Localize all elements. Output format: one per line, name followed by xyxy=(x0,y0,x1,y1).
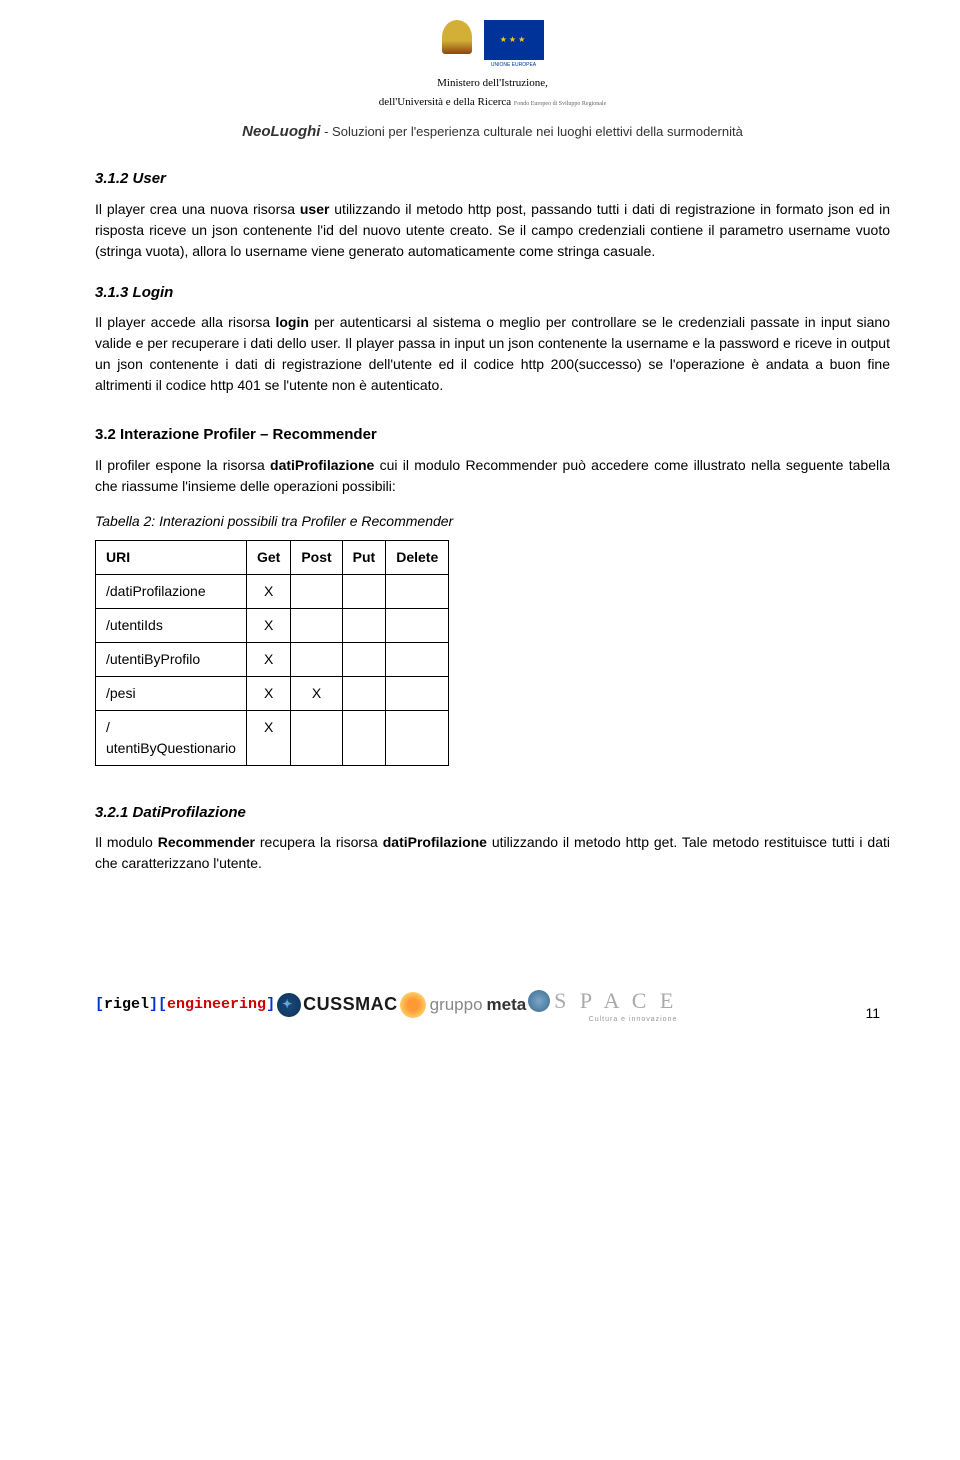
section-dati-para: Il modulo Recommender recupera la risors… xyxy=(95,832,890,874)
cell-get: X xyxy=(246,574,290,608)
cussmac-sphere-icon xyxy=(277,993,301,1017)
brand-name: NeoLuoghi xyxy=(242,123,320,140)
cell-uri: /utentiIds xyxy=(96,608,247,642)
table-row: / utentiByQuestionario X xyxy=(96,710,449,765)
cell-post xyxy=(291,574,342,608)
italy-coat-icon xyxy=(442,20,472,54)
document-header: UNIONE EUROPEA Ministero dell'Istruzione… xyxy=(95,20,890,111)
cell-get: X xyxy=(246,608,290,642)
cell-post xyxy=(291,608,342,642)
table-row: /pesi X X xyxy=(96,676,449,710)
cell-uri: / utentiByQuestionario xyxy=(96,710,247,765)
col-put: Put xyxy=(342,540,386,574)
cell-get: X xyxy=(246,676,290,710)
table-row: /utentiByProfilo X xyxy=(96,642,449,676)
section-interaction-heading: 3.2 Interazione Profiler – Recommender xyxy=(95,424,890,447)
page-footer: [rigel][engineering] CUSSMAC gruppometa … xyxy=(95,984,890,1026)
cell-delete xyxy=(386,642,449,676)
eu-label: UNIONE EUROPEA xyxy=(484,62,544,70)
gruppometa-logo-icon: gruppometa xyxy=(400,992,527,1018)
section-user-heading: 3.1.2 User xyxy=(95,168,890,191)
space-sphere-icon xyxy=(528,990,550,1012)
cussmac-logo-icon: CUSSMAC xyxy=(277,991,398,1018)
cell-delete xyxy=(386,710,449,765)
cell-uri: /datiProfilazione xyxy=(96,574,247,608)
col-get: Get xyxy=(246,540,290,574)
ministero-line1: Ministero dell'Istruzione, xyxy=(95,75,890,92)
section-dati-heading: 3.2.1 DatiProfilazione xyxy=(95,802,890,825)
cell-post xyxy=(291,642,342,676)
cell-get: X xyxy=(246,710,290,765)
rigel-logo-icon: [rigel][engineering] xyxy=(95,994,275,1017)
cell-put xyxy=(342,710,386,765)
section-interaction-para: Il profiler espone la risorsa datiProfil… xyxy=(95,455,890,497)
cell-uri: /utentiByProfilo xyxy=(96,642,247,676)
section-login-heading: 3.1.3 Login xyxy=(95,282,890,305)
cell-delete xyxy=(386,676,449,710)
interaction-table: URI Get Post Put Delete /datiProfilazion… xyxy=(95,540,449,766)
cell-put xyxy=(342,608,386,642)
section-user-para: Il player crea una nuova risorsa user ut… xyxy=(95,199,890,262)
cell-put xyxy=(342,642,386,676)
table-header-row: URI Get Post Put Delete xyxy=(96,540,449,574)
eu-flag-icon xyxy=(484,20,544,60)
footer-logos: [rigel][engineering] CUSSMAC gruppometa … xyxy=(95,984,677,1026)
space-subtitle: Cultura e innovazione xyxy=(528,1015,677,1026)
page-number: 11 xyxy=(865,1003,880,1026)
space-logo-icon: S P A C E Cultura e innovazione xyxy=(528,984,677,1026)
table-row: /utentiIds X xyxy=(96,608,449,642)
document-title: NeoLuoghi - Soluzioni per l'esperienza c… xyxy=(95,121,890,144)
col-post: Post xyxy=(291,540,342,574)
cell-uri: /pesi xyxy=(96,676,247,710)
cell-delete xyxy=(386,574,449,608)
ministero-line2: dell'Università e della Ricerca Fondo Eu… xyxy=(95,94,890,111)
cell-get: X xyxy=(246,642,290,676)
cell-delete xyxy=(386,608,449,642)
cell-post xyxy=(291,710,342,765)
table-caption: Tabella 2: Interazioni possibili tra Pro… xyxy=(95,511,890,532)
header-logos: UNIONE EUROPEA xyxy=(95,20,890,70)
cell-put xyxy=(342,574,386,608)
col-uri: URI xyxy=(96,540,247,574)
cell-put xyxy=(342,676,386,710)
cell-post: X xyxy=(291,676,342,710)
fondo-label: Fondo Europeo di Sviluppo Regionale xyxy=(514,101,606,107)
gruppometa-flame-icon xyxy=(400,992,426,1018)
section-login-para: Il player accede alla risorsa login per … xyxy=(95,312,890,396)
table-row: /datiProfilazione X xyxy=(96,574,449,608)
tagline: Soluzioni per l'esperienza culturale nei… xyxy=(332,124,743,139)
col-delete: Delete xyxy=(386,540,449,574)
